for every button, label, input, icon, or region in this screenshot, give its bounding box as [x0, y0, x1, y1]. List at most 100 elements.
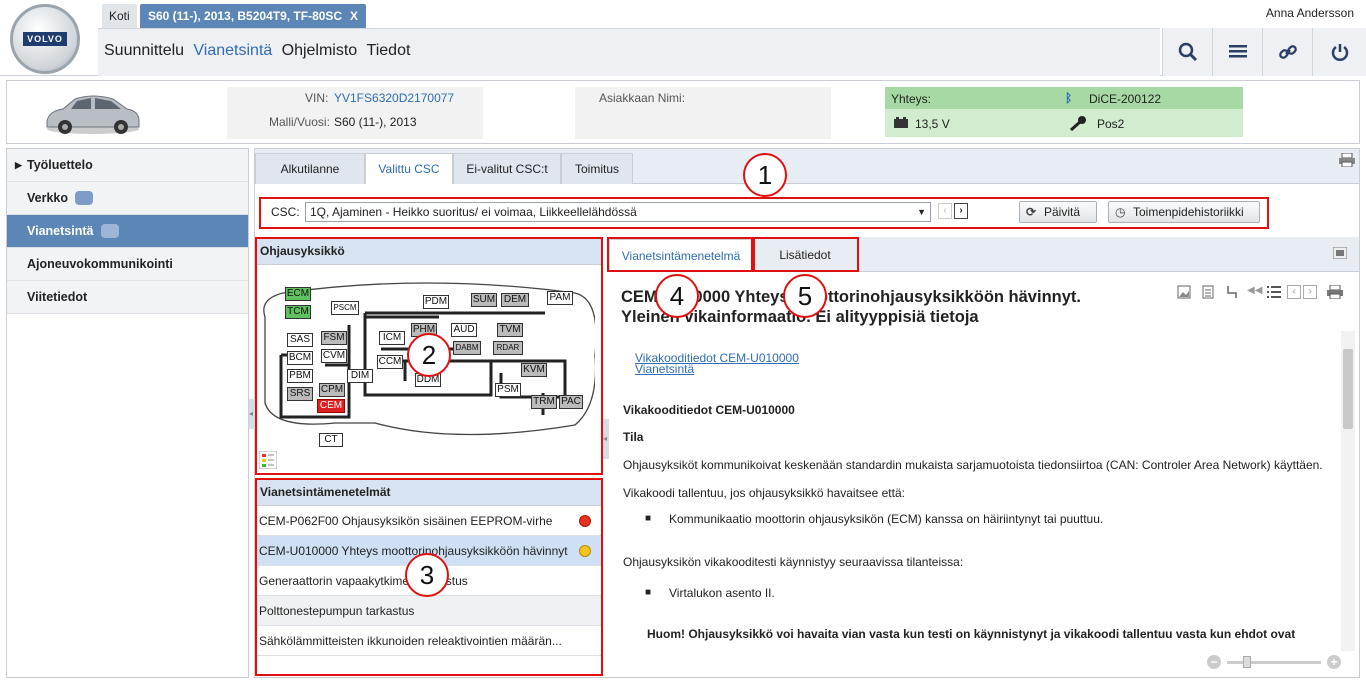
- ecu-node-pdm[interactable]: PDM: [423, 295, 449, 309]
- vin-value[interactable]: YV1FS6320D2170077: [334, 91, 454, 105]
- sidebar-item-label: Vianetsintä: [27, 224, 94, 238]
- ecu-node-pscm[interactable]: PSCM: [331, 301, 359, 315]
- ecu-node-kvm[interactable]: KVM: [521, 363, 547, 377]
- model-label: Malli/Vuosi:: [269, 115, 330, 129]
- ecu-node-dabm[interactable]: DABM: [453, 341, 481, 355]
- model-value: S60 (11-), 2013: [334, 115, 417, 129]
- nav-vianetsinta[interactable]: Vianetsintä: [193, 42, 272, 60]
- ecu-node-trm[interactable]: TRM: [531, 395, 557, 409]
- ecu-node-ct[interactable]: CT: [319, 433, 343, 447]
- tab-vehicle[interactable]: S60 (11-), 2013, B5204T9, TF-80SC X: [140, 4, 366, 28]
- paragraph-2: Vikakoodi tallentuu, jos ohjausyksikkö h…: [623, 486, 905, 500]
- sidebar-item-label: Työluettelo: [27, 158, 93, 172]
- tab-home[interactable]: Koti: [102, 4, 137, 28]
- tab-toimitus[interactable]: Toimitus: [561, 153, 633, 184]
- customer-label: Asiakkaan Nimi:: [599, 91, 686, 105]
- ecu-node-pam[interactable]: PAM: [547, 291, 573, 305]
- tab-lisatiedot[interactable]: Lisätiedot: [753, 239, 857, 272]
- ecu-node-rdar[interactable]: RDAR: [493, 341, 523, 355]
- annotation-2: 2: [407, 333, 451, 377]
- annotation-1: 1: [743, 153, 787, 197]
- zoom-handle[interactable]: [1243, 656, 1251, 668]
- method-item[interactable]: CEM-P062F00 Ohjausyksikön sisäinen EEPRO…: [255, 506, 603, 536]
- ecu-node-sas[interactable]: SAS: [287, 333, 313, 347]
- ecu-node-icm[interactable]: ICM: [379, 331, 405, 345]
- link-icon[interactable]: [1262, 28, 1312, 76]
- ecu-node-psm[interactable]: PSM: [495, 383, 521, 397]
- csc-tabs: Alkutilanne Valittu CSC Ei-valitut CSC:t…: [255, 149, 1359, 184]
- main-nav: Suunnittelu Vianetsintä Ohjelmisto Tiedo…: [98, 28, 1160, 76]
- ecu-node-tvm[interactable]: TVM: [497, 323, 523, 337]
- legend-icon[interactable]: [259, 451, 277, 469]
- ecu-node-dim[interactable]: DIM: [347, 369, 373, 383]
- ecu-node-tcm[interactable]: TCM: [285, 305, 311, 319]
- close-icon[interactable]: X: [350, 4, 358, 28]
- power-icon[interactable]: [1312, 28, 1366, 76]
- key-position: Pos2: [1097, 117, 1125, 131]
- ecu-node-aud[interactable]: AUD: [451, 323, 477, 337]
- method-label: Polttonestepumpun tarkastus: [259, 604, 415, 618]
- ecu-node-dem[interactable]: DEM: [501, 293, 529, 307]
- ecu-node-fsm[interactable]: FSM: [321, 331, 347, 345]
- bullet-1: Kommunikaatio moottorin ohjausyksikön (E…: [669, 512, 1104, 526]
- nav-suunnittelu[interactable]: Suunnittelu: [104, 42, 184, 60]
- ecu-node-sum[interactable]: SUM: [471, 293, 497, 307]
- vertical-scrollbar[interactable]: [1341, 331, 1355, 651]
- ecu-node-bcm[interactable]: BCM: [287, 351, 313, 365]
- zoom-in-icon[interactable]: +: [1327, 655, 1341, 669]
- vehicle-info-bar: VIN: YV1FS6320D2170077 Malli/Vuosi: S60 …: [6, 80, 1360, 144]
- clock-icon: ◷: [1115, 205, 1126, 219]
- tab-alkutilanne[interactable]: Alkutilanne: [255, 153, 365, 184]
- zoom-out-icon[interactable]: −: [1207, 655, 1221, 669]
- sidebar-item-vianetsinta[interactable]: Vianetsintä: [7, 215, 248, 248]
- ecu-node-cvm[interactable]: CVM: [321, 349, 347, 363]
- sidebar-item-ajoneuvokommunikointi[interactable]: Ajoneuvokommunikointi: [7, 248, 248, 281]
- status-yellow-icon: [579, 545, 591, 557]
- sidebar-item-tyoluettelo[interactable]: ▶ Työluettelo: [7, 149, 248, 182]
- next-arrow-icon[interactable]: ›: [954, 203, 968, 219]
- ecu-node-srs[interactable]: SRS: [287, 387, 313, 401]
- nav-tiedot[interactable]: Tiedot: [367, 42, 411, 60]
- nav-ohjelmisto[interactable]: Ohjelmisto: [282, 42, 358, 60]
- volvo-logo[interactable]: VOLVO: [10, 4, 80, 74]
- refresh-button[interactable]: ⟳ Päivitä: [1019, 201, 1097, 223]
- sidebar-item-verkko[interactable]: Verkko: [7, 182, 248, 215]
- print-icon[interactable]: [1339, 153, 1355, 167]
- ecu-node-pac[interactable]: PAC: [559, 395, 583, 409]
- csc-select[interactable]: 1Q, Ajaminen - Heikko suoritus/ ei voima…: [305, 202, 931, 222]
- scrollbar-thumb[interactable]: [1343, 349, 1353, 429]
- search-icon[interactable]: [1162, 28, 1212, 76]
- note-paragraph: Huom! Ohjausyksikkö voi havaita vian vas…: [647, 627, 1296, 641]
- refresh-label: Päivitä: [1044, 205, 1081, 219]
- tab-ei-valitut-csc[interactable]: Ei-valitut CSC:t: [453, 153, 561, 184]
- sidebar-item-viitetiedot[interactable]: Viitetiedot: [7, 281, 248, 314]
- tab-valittu-csc[interactable]: Valittu CSC: [365, 153, 453, 184]
- bullet-2: Virtalukon asento II.: [669, 586, 775, 600]
- method-item[interactable]: Sähkölämmitteisten ikkunoiden releaktivo…: [255, 626, 603, 656]
- method-item[interactable]: Polttonestepumpun tarkastus: [255, 596, 603, 626]
- annotation-3: 3: [405, 553, 449, 597]
- paragraph-1: Ohjausyksiköt kommunikoivat keskenään st…: [623, 458, 1323, 472]
- chevron-down-icon: ▼: [917, 207, 926, 217]
- expand-icon[interactable]: [1333, 247, 1347, 259]
- sidebar-item-label: Ajoneuvokommunikointi: [27, 257, 173, 271]
- caret-right-icon: ▶: [15, 160, 22, 170]
- voltage-value: 13,5 V: [915, 117, 950, 131]
- section-subheading: Tila: [623, 430, 644, 444]
- ecu-node-ccm[interactable]: CCM: [377, 355, 403, 369]
- prev-arrow-icon[interactable]: ‹: [938, 203, 952, 219]
- zoom-slider[interactable]: − +: [1207, 655, 1347, 673]
- ecu-node-cem[interactable]: CEM: [317, 399, 345, 413]
- history-button[interactable]: ◷ Toimenpidehistoriikki: [1108, 201, 1260, 223]
- collapse-left-icon[interactable]: ◂: [249, 399, 255, 429]
- logo-text: VOLVO: [23, 32, 67, 46]
- tab-vianetsintamenetelma[interactable]: Vianetsintämenetelmä: [609, 239, 753, 272]
- link-vianetsinta[interactable]: Vianetsintä: [635, 362, 694, 376]
- ecu-node-ecm[interactable]: ECM: [285, 287, 311, 301]
- menu-icon[interactable]: [1212, 28, 1262, 76]
- detail-tabs: Vianetsintämenetelmä Lisätiedot: [607, 237, 1359, 272]
- sidebar-item-label: Verkko: [27, 191, 69, 205]
- csc-selected-value: 1Q, Ajaminen - Heikko suoritus/ ei voima…: [310, 205, 637, 219]
- ecu-node-pbm[interactable]: PBM: [287, 369, 313, 383]
- ecu-node-cpm[interactable]: CPM: [319, 383, 345, 397]
